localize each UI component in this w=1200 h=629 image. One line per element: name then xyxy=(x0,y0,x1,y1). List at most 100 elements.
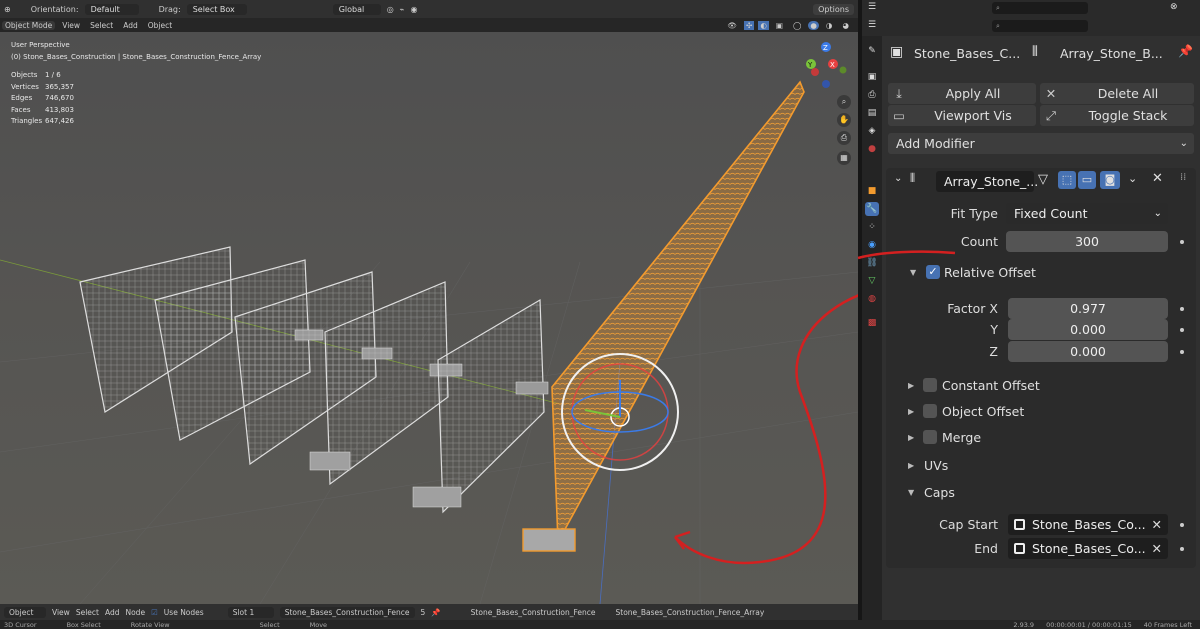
count-field[interactable]: 300 xyxy=(1006,231,1168,252)
pin-icon[interactable]: 📌 xyxy=(1178,44,1193,58)
shading-render-icon[interactable]: ◕ xyxy=(839,21,852,30)
overlay-icon[interactable]: ◐ xyxy=(758,20,769,30)
node-menu-node[interactable]: Node xyxy=(125,608,145,617)
snap-icon[interactable]: ⌁ xyxy=(400,5,405,14)
edit-cage-icon[interactable]: ▽ xyxy=(1038,172,1048,187)
collapse-chevron-icon[interactable]: ⌄ xyxy=(894,173,902,184)
edit-mode-icon[interactable]: ⬚ xyxy=(1058,171,1076,189)
transform-orientation-dropdown[interactable]: Global xyxy=(332,3,381,15)
status-bar: 3D Cursor Box Select Rotate View Select … xyxy=(0,620,1200,629)
menu-add[interactable]: Add xyxy=(120,21,141,30)
drag-handle-icon[interactable]: ⁞⁞ xyxy=(1180,172,1186,183)
output-tab-icon[interactable]: ⎙ xyxy=(865,88,879,102)
navigation-gizmo[interactable]: Z Y X xyxy=(806,42,847,88)
keyframe-dot[interactable] xyxy=(1180,328,1184,332)
pivot-icon[interactable]: ◎ xyxy=(387,5,394,14)
cap-end-field[interactable]: Stone_Bases_Co... ✕ xyxy=(1008,538,1168,559)
camera-icon[interactable]: ⎙ xyxy=(837,131,851,145)
node-menu-select[interactable]: Select xyxy=(76,608,99,617)
options-button[interactable]: Options xyxy=(813,3,854,15)
outliner-search-input[interactable]: ⌕ xyxy=(992,2,1088,14)
shading-material-icon[interactable]: ◑ xyxy=(823,21,836,30)
uvs-label[interactable]: UVs xyxy=(924,458,948,473)
factor-z-field[interactable]: 0.000 xyxy=(1008,341,1168,362)
gizmo-toggle-icon[interactable]: ✣ xyxy=(744,20,755,30)
outliner-close-icon[interactable]: ⊗ xyxy=(1170,2,1178,12)
merge-checkbox[interactable] xyxy=(923,430,937,444)
visibility-icon[interactable]: 👁 xyxy=(724,21,740,30)
remove-modifier-icon[interactable]: ✕ xyxy=(1152,171,1163,186)
factor-y-field[interactable]: 0.000 xyxy=(1008,319,1168,340)
slot-dropdown[interactable]: Slot 1 xyxy=(227,606,274,618)
relative-offset-expand-icon[interactable]: ▼ xyxy=(910,268,916,277)
cap-start-field[interactable]: Stone_Bases_Co... ✕ xyxy=(1008,514,1168,535)
constant-offset-expand-icon[interactable]: ▶ xyxy=(908,381,914,390)
render-tab-icon[interactable]: ▣ xyxy=(865,70,879,84)
add-modifier-dropdown[interactable]: Add Modifier ⌄ xyxy=(888,133,1194,154)
keyframe-dot[interactable] xyxy=(1180,307,1184,311)
pin-icon[interactable]: 📌 xyxy=(431,608,440,617)
properties-search-input[interactable]: ⌕ xyxy=(992,20,1088,32)
menu-view[interactable]: View xyxy=(59,21,83,30)
keyframe-dot[interactable] xyxy=(1180,240,1184,244)
apply-all-button[interactable]: ⤓ Apply All xyxy=(888,83,1036,104)
realtime-icon[interactable]: ▭ xyxy=(1078,171,1096,189)
world-tab-icon[interactable]: ● xyxy=(865,142,879,156)
caps-label[interactable]: Caps xyxy=(924,485,955,500)
grid-perspective-icon[interactable]: ▦ xyxy=(837,151,851,165)
keyframe-dot[interactable] xyxy=(1180,547,1184,551)
editor-type-icon[interactable]: ⊕ xyxy=(4,5,11,14)
material-field[interactable]: Stone_Bases_Construction_Fence xyxy=(279,606,415,618)
drag-dropdown[interactable]: Select Box xyxy=(186,3,247,15)
constant-offset-checkbox[interactable] xyxy=(923,378,937,392)
mode-dropdown[interactable]: Object Mode xyxy=(2,20,56,30)
render-camera-icon[interactable]: ◙ xyxy=(1100,171,1120,189)
view-layer-tab-icon[interactable]: ▤ xyxy=(865,106,879,120)
fence-array-selected[interactable] xyxy=(522,80,805,552)
outliner-filter-icon[interactable]: ☰ xyxy=(868,20,876,30)
clear-icon[interactable]: ✕ xyxy=(1152,514,1162,535)
hand-pan-icon[interactable]: ✋ xyxy=(837,113,851,127)
3d-viewport[interactable]: Z Y X User Perspective (0) Stone_Bases_C… xyxy=(0,32,858,604)
object-tab-icon[interactable]: ■ xyxy=(865,184,879,198)
orientation-dropdown[interactable]: Default xyxy=(84,3,139,15)
node-menu-view[interactable]: View xyxy=(52,608,70,617)
keyframe-dot[interactable] xyxy=(1180,523,1184,527)
keyframe-dot[interactable] xyxy=(1180,350,1184,354)
material-users[interactable]: 5 xyxy=(421,608,426,617)
toggle-stack-button[interactable]: ⤢ Toggle Stack xyxy=(1040,105,1194,126)
fit-type-dropdown[interactable]: Fixed Count ⌄ xyxy=(1006,203,1168,224)
physics-tab-icon[interactable]: ◉ xyxy=(865,238,879,252)
modifier-name-input[interactable]: Array_Stone_... xyxy=(936,171,1038,192)
object-offset-expand-icon[interactable]: ▶ xyxy=(908,407,914,416)
xray-icon[interactable]: ▣ xyxy=(773,21,786,30)
shading-wire-icon[interactable]: ◯ xyxy=(790,21,804,30)
relative-offset-checkbox[interactable]: ✓ xyxy=(926,265,940,279)
outliner-type-icon[interactable]: ☰ xyxy=(868,2,876,12)
data-tab-icon[interactable]: ▽ xyxy=(865,274,879,288)
clear-icon[interactable]: ✕ xyxy=(1152,538,1162,559)
particles-tab-icon[interactable]: ⁘ xyxy=(865,220,879,234)
scene-tab-icon[interactable]: ◈ xyxy=(865,124,879,138)
zoom-icon[interactable]: ⌕ xyxy=(837,95,851,109)
material-tab-icon[interactable]: ◍ xyxy=(865,292,879,306)
delete-all-button[interactable]: ✕ Delete All xyxy=(1040,83,1194,104)
node-menu-add[interactable]: Add xyxy=(105,608,120,617)
menu-object[interactable]: Object xyxy=(145,21,175,30)
caps-expand-icon[interactable]: ▼ xyxy=(908,488,914,497)
uvs-expand-icon[interactable]: ▶ xyxy=(908,461,914,470)
proportional-icon[interactable]: ◉ xyxy=(411,5,418,14)
tool-tab-icon[interactable]: ✎ xyxy=(865,44,879,58)
constraints-tab-icon[interactable]: ⛓ xyxy=(865,256,879,270)
use-nodes-checkbox[interactable]: ☑ xyxy=(151,608,158,617)
modifier-tab-icon[interactable]: 🔧 xyxy=(865,202,879,216)
merge-expand-icon[interactable]: ▶ xyxy=(908,433,914,442)
factor-x-field[interactable]: 0.977 xyxy=(1008,298,1168,319)
node-mode-dropdown[interactable]: Object xyxy=(4,606,46,618)
menu-select[interactable]: Select xyxy=(87,21,116,30)
shading-solid-icon[interactable]: ● xyxy=(808,20,819,30)
modifier-menu-chevron-icon[interactable]: ⌄ xyxy=(1128,172,1137,185)
texture-tab-icon[interactable]: ▩ xyxy=(865,316,879,330)
viewport-vis-button[interactable]: ▭ Viewport Vis xyxy=(888,105,1036,126)
object-offset-checkbox[interactable] xyxy=(923,404,937,418)
